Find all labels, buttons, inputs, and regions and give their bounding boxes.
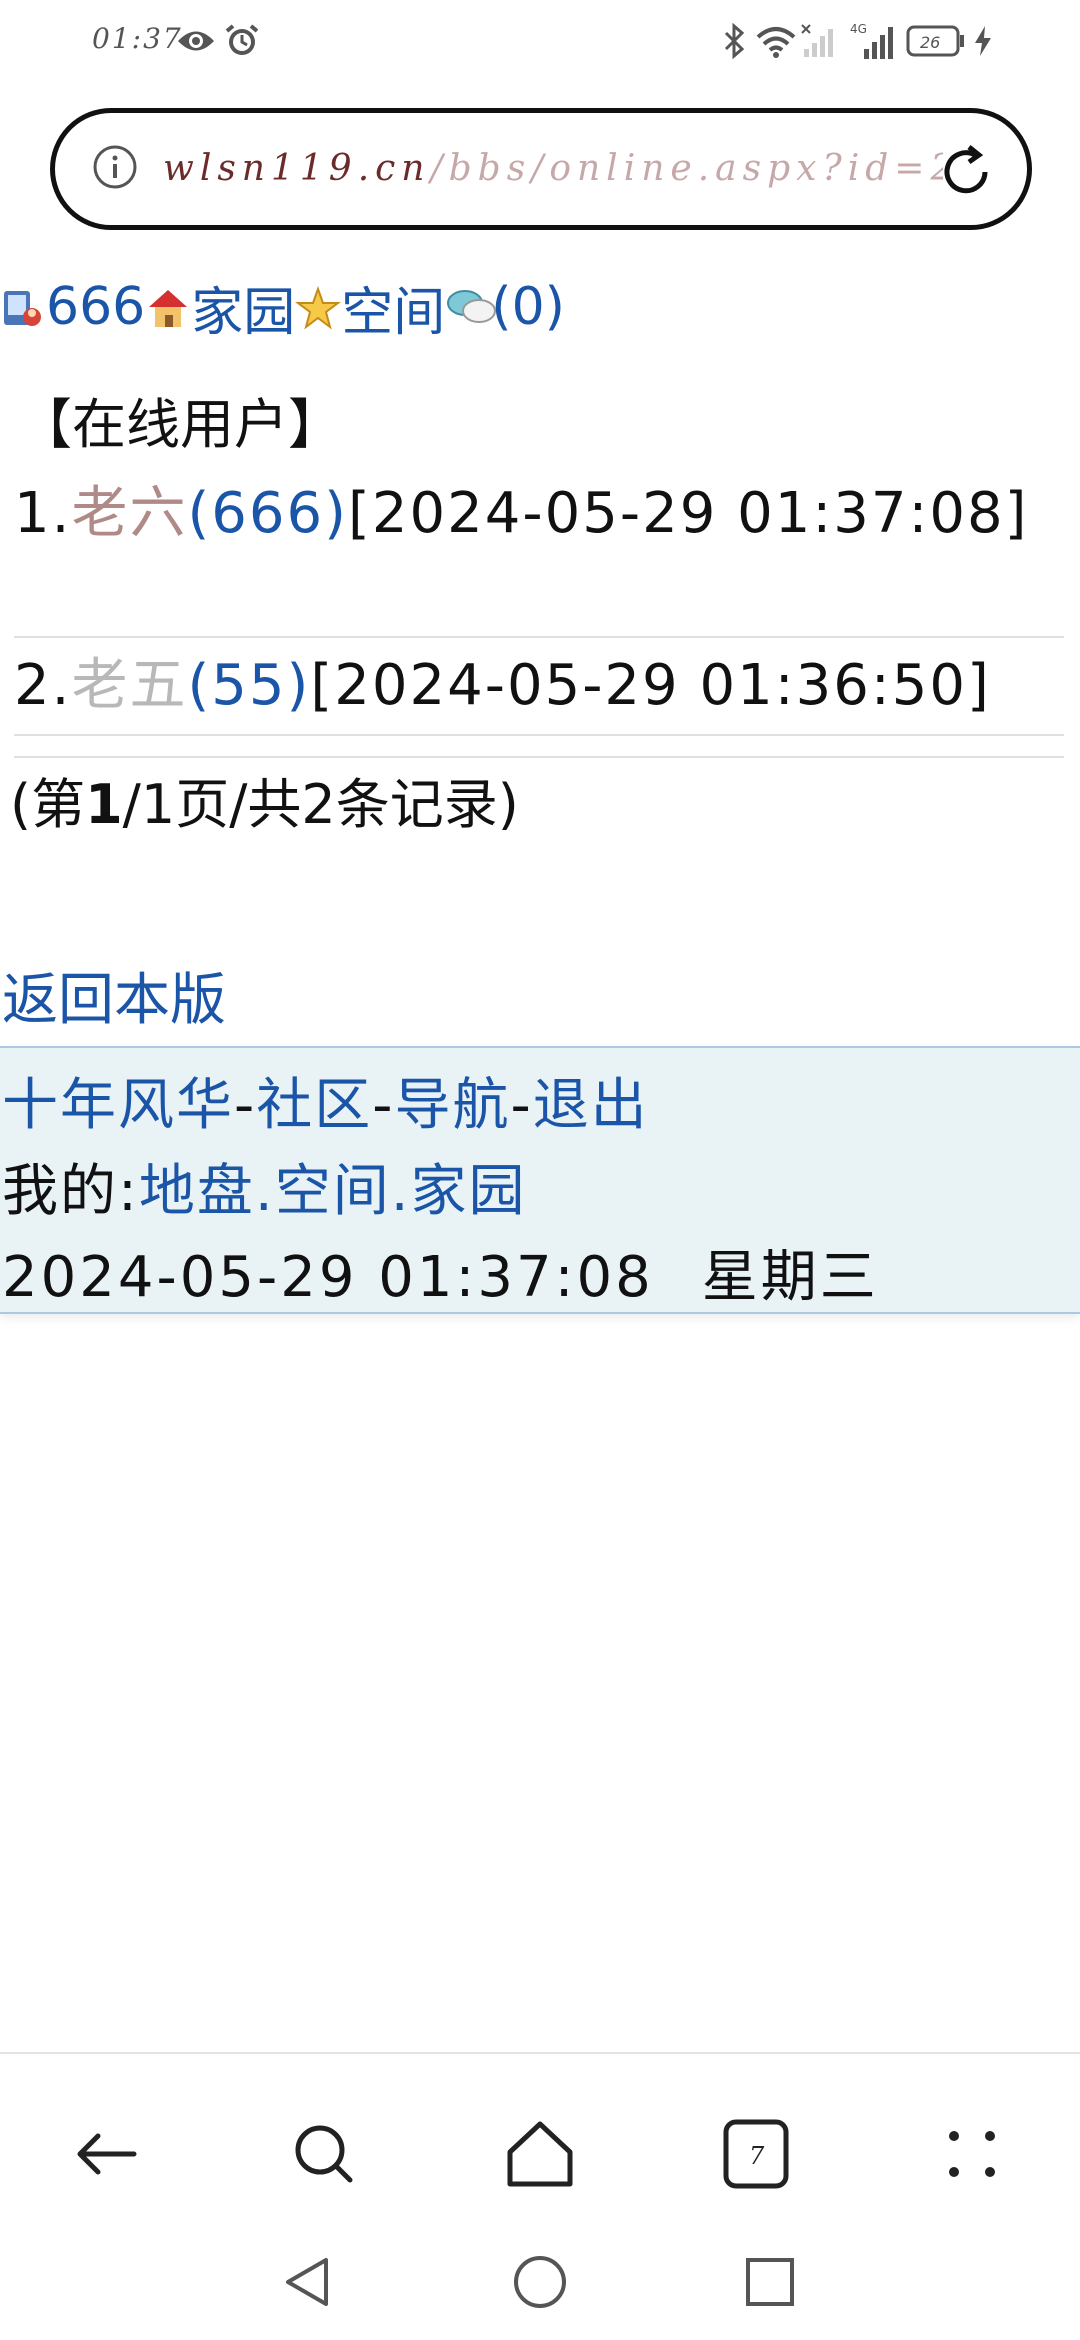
- url-text[interactable]: wlsn119.cn/bbs/online.aspx?id=2: [163, 139, 943, 199]
- footer-datetime: 2024-05-29 01:37:08 星期三: [2, 1232, 879, 1313]
- footer-my-links: 我的:地盘.空间.家园: [2, 1146, 527, 1227]
- footer-my-label: 我的:: [2, 1159, 139, 1224]
- footer-link-logout[interactable]: 退出: [533, 1073, 649, 1138]
- pagination-info: (第1/1页/共2条记录): [10, 760, 519, 839]
- user-number-link[interactable]: 666: [46, 277, 145, 337]
- divider: [14, 734, 1064, 736]
- signal-4g-icon: 4G: [848, 20, 904, 62]
- menu-dots-icon[interactable]: [932, 2114, 1012, 2194]
- user-phone-icon[interactable]: [0, 284, 46, 330]
- user-name-link[interactable]: 老五: [71, 653, 187, 718]
- eye-icon: [176, 20, 216, 62]
- nav-home-icon[interactable]: [510, 2252, 570, 2312]
- home-icon[interactable]: [500, 2114, 580, 2194]
- user-time: [2024-05-29 01:37:08]: [348, 481, 1029, 546]
- pager-current: 1: [85, 773, 123, 836]
- footer-panel: 十年风华-社区-导航-退出 我的:地盘.空间.家园 2024-05-29 01:…: [0, 1046, 1080, 1314]
- user-index: 2.: [14, 653, 72, 718]
- home-link[interactable]: 家园: [191, 270, 295, 345]
- back-to-board-link[interactable]: 返回本版: [2, 955, 226, 1036]
- user-id-link[interactable]: (666): [187, 481, 348, 546]
- user-row: 1.老六(666)[2024-05-29 01:37:08]: [14, 478, 1064, 550]
- user-id-link[interactable]: (55): [187, 653, 310, 718]
- search-icon[interactable]: [284, 2114, 364, 2194]
- status-bar: 01:37 4G 26: [0, 0, 1080, 90]
- status-time: 01:37: [92, 22, 183, 55]
- user-time: [2024-05-29 01:36:50]: [310, 653, 991, 718]
- user-index: 1.: [14, 481, 72, 546]
- info-icon[interactable]: [91, 143, 139, 191]
- svg-text:4G: 4G: [850, 22, 867, 36]
- user-row: 2.老五(55)[2024-05-29 01:36:50]: [14, 650, 1064, 722]
- footer-sep: -: [372, 1073, 395, 1138]
- footer-sep: -: [510, 1073, 533, 1138]
- online-users-heading: 【在线用户】: [18, 393, 342, 456]
- svg-text:7: 7: [749, 2142, 765, 2170]
- divider: [14, 636, 1064, 638]
- footer-link-navigation[interactable]: 导航: [394, 1073, 510, 1138]
- footer-dot: .: [390, 1159, 411, 1224]
- wifi-icon: [754, 20, 798, 62]
- bluetooth-icon: [722, 20, 746, 62]
- user-name-link[interactable]: 老六: [71, 481, 187, 546]
- pager-open: (第: [10, 773, 86, 836]
- pager-rest: /1页/共2条记录): [122, 773, 519, 836]
- messages-count-link[interactable]: (0): [491, 277, 565, 337]
- chat-bubble-icon: [445, 284, 497, 330]
- charging-icon: [972, 20, 994, 62]
- footer-dot: .: [254, 1159, 275, 1224]
- footer-link-community[interactable]: 社区: [256, 1073, 372, 1138]
- footer-nav: 十年风华-社区-导航-退出: [2, 1060, 649, 1141]
- top-nav: 666 家园 空间 (0): [0, 270, 565, 345]
- alarm-icon: [224, 20, 260, 62]
- system-nav-bar: [0, 2232, 1080, 2340]
- star-icon: [295, 284, 342, 330]
- my-territory-link[interactable]: 地盘: [139, 1159, 255, 1224]
- nav-recents-icon[interactable]: [740, 2252, 800, 2312]
- svg-text:26: 26: [920, 33, 940, 52]
- my-home-link[interactable]: 家园: [411, 1159, 527, 1224]
- signal-icon: [800, 20, 838, 62]
- footer-date: 2024-05-29 01:37:08: [2, 1245, 654, 1310]
- footer-link-home[interactable]: 十年风华: [2, 1073, 234, 1138]
- browser-toolbar: 7: [0, 2052, 1080, 2232]
- back-arrow-icon[interactable]: [68, 2114, 148, 2194]
- footer-sep: -: [234, 1073, 257, 1138]
- reload-icon[interactable]: [933, 139, 999, 205]
- address-bar[interactable]: wlsn119.cn/bbs/online.aspx?id=2: [50, 108, 1032, 230]
- url-path: /bbs/online.aspx?id=2: [430, 148, 944, 189]
- space-link[interactable]: 空间: [341, 270, 445, 345]
- footer-weekday: 星期三: [701, 1245, 879, 1310]
- tabs-icon[interactable]: 7: [716, 2114, 796, 2194]
- nav-back-icon[interactable]: [280, 2252, 340, 2312]
- divider: [14, 756, 1064, 758]
- url-host: wlsn119.cn: [163, 148, 431, 189]
- my-space-link[interactable]: 空间: [275, 1159, 391, 1224]
- home-icon: [145, 284, 191, 330]
- battery-icon: 26: [906, 20, 966, 62]
